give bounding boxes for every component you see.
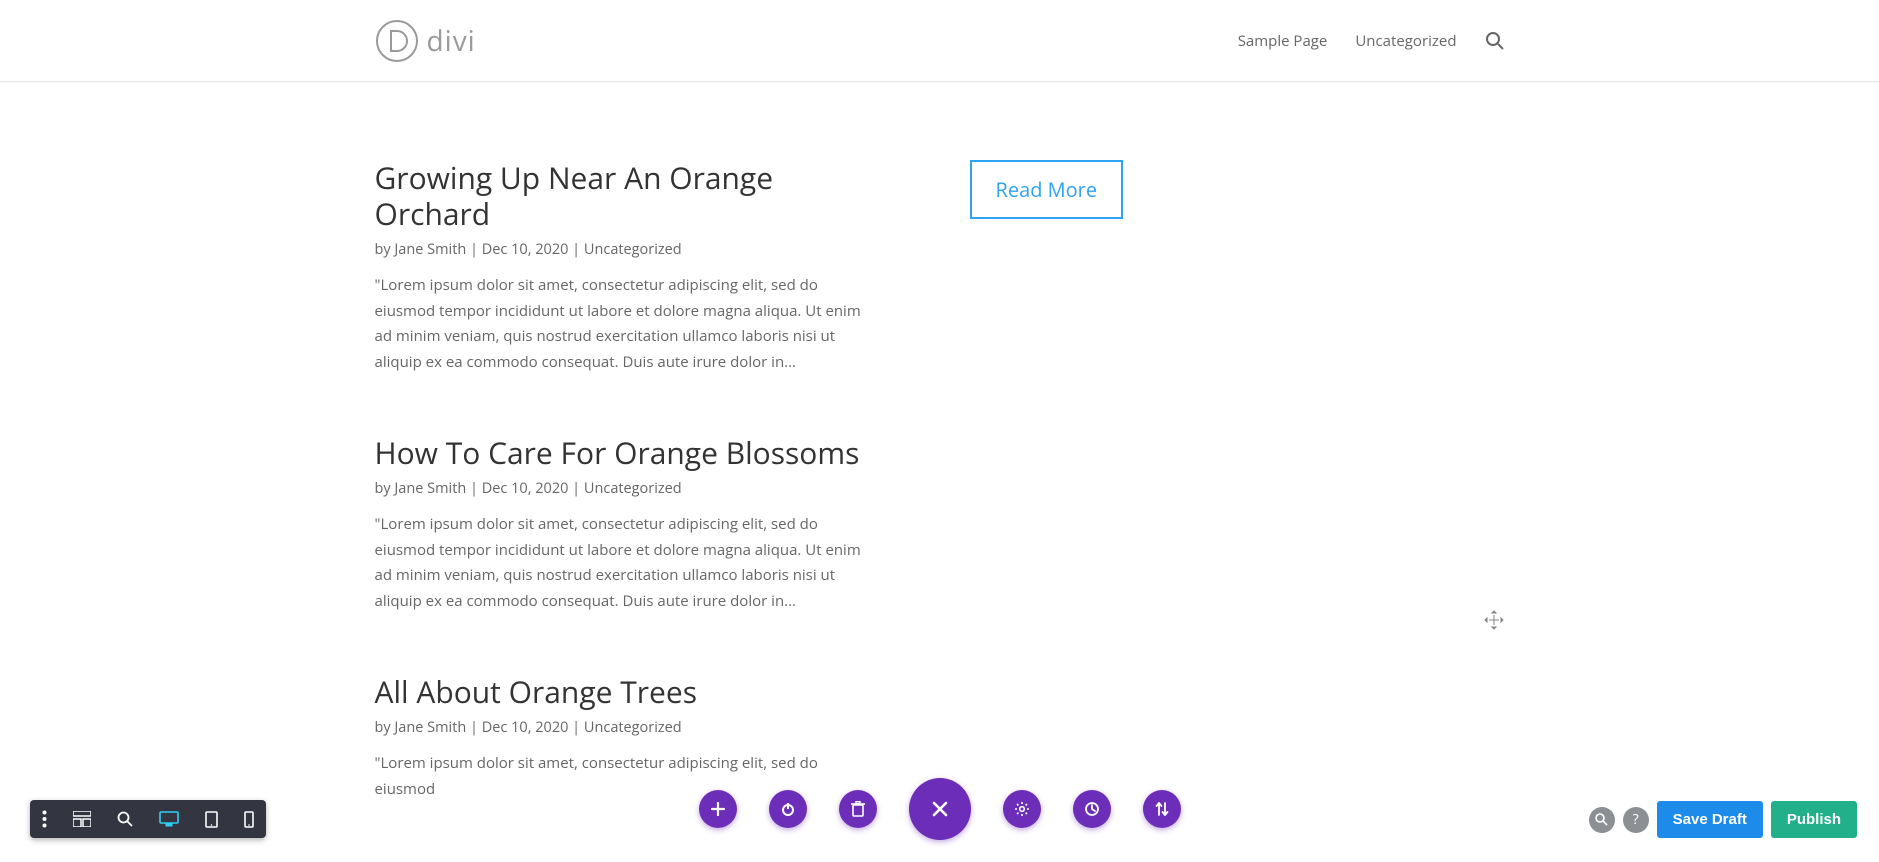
- posts-column: Growing Up Near An Orange Orchard by Jan…: [375, 160, 875, 862]
- dots-more-icon[interactable]: [42, 809, 47, 829]
- tablet-view-icon[interactable]: [205, 809, 218, 829]
- history-button[interactable]: [1073, 790, 1111, 828]
- post-title[interactable]: How To Care For Orange Blossoms: [375, 435, 875, 471]
- post-date: Dec 10, 2020: [482, 479, 569, 498]
- post-excerpt: "Lorem ipsum dolor sit amet, consectetur…: [375, 273, 875, 375]
- post-category[interactable]: Uncategorized: [584, 479, 682, 498]
- post-date: Dec 10, 2020: [482, 240, 569, 259]
- close-builder-button[interactable]: [909, 778, 971, 840]
- zoom-icon[interactable]: [117, 809, 133, 829]
- primary-nav: Sample Page Uncategorized: [1238, 31, 1505, 51]
- save-draft-button[interactable]: Save Draft: [1657, 801, 1763, 838]
- post-meta: by Jane Smith | Dec 10, 2020 | Uncategor…: [375, 240, 875, 259]
- phone-view-icon[interactable]: [244, 809, 254, 829]
- help-button[interactable]: ?: [1623, 807, 1649, 833]
- post: How To Care For Orange Blossoms by Jane …: [375, 435, 875, 614]
- quick-search-icon[interactable]: [1589, 807, 1615, 833]
- move-handle-icon[interactable]: [1484, 610, 1504, 635]
- post-category[interactable]: Uncategorized: [584, 240, 682, 259]
- post-meta: by Jane Smith | Dec 10, 2020 | Uncategor…: [375, 479, 875, 498]
- search-icon[interactable]: [1485, 31, 1505, 51]
- post: Growing Up Near An Orange Orchard by Jan…: [375, 160, 875, 375]
- post-date: Dec 10, 2020: [482, 718, 569, 737]
- content-wrap: Growing Up Near An Orange Orchard by Jan…: [375, 82, 1505, 862]
- post-category[interactable]: Uncategorized: [584, 718, 682, 737]
- settings-button[interactable]: [1003, 790, 1041, 828]
- sort-button[interactable]: [1143, 790, 1181, 828]
- builder-actions: [699, 778, 1181, 840]
- nav-item-uncategorized[interactable]: Uncategorized: [1355, 31, 1456, 51]
- wireframe-icon[interactable]: [73, 809, 91, 829]
- publish-button[interactable]: Publish: [1771, 801, 1857, 838]
- view-toolbar: [30, 800, 266, 838]
- site-header: divi Sample Page Uncategorized: [0, 0, 1879, 82]
- post-author[interactable]: Jane Smith: [394, 718, 466, 737]
- post-author[interactable]: Jane Smith: [394, 240, 466, 259]
- nav-item-sample-page[interactable]: Sample Page: [1238, 31, 1328, 51]
- brand-text: divi: [427, 22, 476, 60]
- post-meta: by Jane Smith | Dec 10, 2020 | Uncategor…: [375, 718, 875, 737]
- read-more-button[interactable]: Read More: [970, 160, 1124, 219]
- desktop-view-icon[interactable]: [159, 809, 179, 829]
- post-title[interactable]: All About Orange Trees: [375, 674, 875, 710]
- site-logo[interactable]: divi: [375, 19, 476, 63]
- divi-logo-icon: [375, 19, 419, 63]
- post-excerpt: "Lorem ipsum dolor sit amet, consectetur…: [375, 512, 875, 614]
- add-button[interactable]: [699, 790, 737, 828]
- sidebar-column: Read More: [970, 160, 1150, 862]
- post-title[interactable]: Growing Up Near An Orange Orchard: [375, 160, 875, 232]
- editor-save-area: ? Save Draft Publish: [1589, 801, 1857, 838]
- post-author[interactable]: Jane Smith: [394, 479, 466, 498]
- power-button[interactable]: [769, 790, 807, 828]
- trash-button[interactable]: [839, 790, 877, 828]
